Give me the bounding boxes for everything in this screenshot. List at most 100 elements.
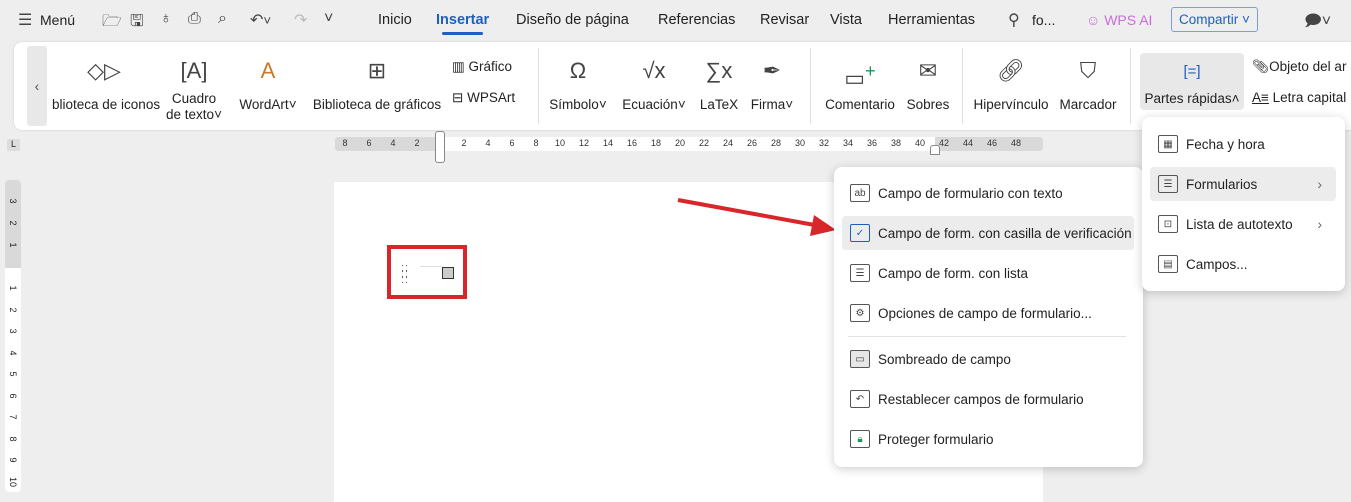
textbox-button[interactable]: [A] Cuadro de texto˅ <box>164 42 224 122</box>
ruler-tick: 8 <box>342 138 348 148</box>
menu-item-text-field[interactable]: ab Campo de formulario con texto <box>842 176 1134 210</box>
textbox-icon: [A] <box>180 58 208 83</box>
comment-button[interactable]: ▭+ Comentario <box>822 42 898 113</box>
save-icon[interactable]: 🖫 <box>130 10 144 37</box>
fields-icon: ▤ <box>1158 255 1178 273</box>
tab-stop-selector[interactable]: L <box>7 139 20 151</box>
tab-diseno-pagina[interactable]: Diseño de página <box>516 12 629 28</box>
indent-marker[interactable] <box>435 131 445 163</box>
checkbox-icon: ✓ <box>850 224 870 242</box>
share-label: Compartir <box>1179 12 1239 27</box>
icon-library-button[interactable]: ◇▷ blioteca de iconos <box>52 42 160 113</box>
ruler-tick: 22 <box>698 138 709 148</box>
tab-referencias[interactable]: Referencias <box>658 12 735 28</box>
ruler-tick: 2 <box>414 138 420 148</box>
menu-item-forms[interactable]: ☰ Formularios › <box>1150 167 1336 201</box>
ruler-tick: 6 <box>8 392 18 398</box>
text-field-icon: ab <box>850 184 870 202</box>
menu-item-reset-fields[interactable]: ↶ Restablecer campos de formulario <box>842 382 1134 416</box>
menu-item-field-shading[interactable]: ▭ Sombreado de campo <box>842 342 1134 376</box>
menu-button[interactable]: Menú <box>40 12 75 28</box>
equation-button[interactable]: √x Ecuación˅ <box>622 42 686 113</box>
label: Letra capital <box>1272 90 1347 105</box>
signature-button[interactable]: ✒ Firma˅ <box>748 42 796 113</box>
bookmark-button[interactable]: ⛉ Marcador <box>1056 42 1120 113</box>
checkbox-form-field[interactable] <box>442 267 454 279</box>
menu-item-date-time[interactable]: ▦ Fecha y hora <box>1150 127 1336 161</box>
tab-inicio[interactable]: Inicio <box>378 12 412 28</box>
drag-handle-icon[interactable]: :::::: <box>401 263 409 286</box>
menu-item-autotext[interactable]: ⊡ Lista de autotexto › <box>1150 207 1336 241</box>
redo-icon[interactable]: ↷ <box>294 10 307 30</box>
label: Sombreado de campo <box>878 351 1011 367</box>
chevron-right-icon: › <box>1317 176 1322 192</box>
ruler-tick: 44 <box>962 138 973 148</box>
wps-ai-button[interactable]: ☺ WPS AI <box>1086 12 1152 28</box>
print-icon[interactable]: ⎙ <box>188 10 201 28</box>
object-button[interactable]: 📎︎Objeto del ar <box>1252 59 1346 75</box>
ruler-tick: 1 <box>8 242 18 248</box>
divider <box>1130 48 1131 124</box>
symbol-button[interactable]: Ω Símbolo˅ <box>548 42 608 113</box>
latex-button[interactable]: ∑x LaTeX <box>698 42 740 113</box>
tab-insertar[interactable]: Insertar <box>436 12 489 35</box>
link-icon: 🔗︎ <box>997 58 1025 83</box>
ruler-tick: 48 <box>1010 138 1021 148</box>
menu-item-checkbox-field[interactable]: ✓ Campo de form. con casilla de verificac… <box>842 216 1134 250</box>
vertical-ruler[interactable]: 3 2 1 1 2 3 4 5 6 7 8 9 10 <box>5 180 21 492</box>
sigma-icon: ∑x <box>705 58 733 83</box>
search-text[interactable]: fo... <box>1032 12 1055 28</box>
hyperlink-button[interactable]: 🔗︎ Hipervínculo <box>972 42 1050 113</box>
search-icon[interactable]: ⚲ <box>1008 10 1020 30</box>
ruler-tick: 28 <box>770 138 781 148</box>
wpsart-button[interactable]: ⊟ WPSArt <box>452 90 515 106</box>
ruler-tick: 5 <box>8 371 18 377</box>
wordart-button[interactable]: A WordArt˅ <box>236 42 300 113</box>
undo-icon[interactable]: ↶˅ <box>250 10 271 30</box>
menu-item-list-field[interactable]: ☰ Campo de form. con lista <box>842 256 1134 290</box>
ruler-tick: 9 <box>8 457 18 463</box>
comment-icon[interactable]: 🗩˅ <box>1304 10 1331 37</box>
ruler-tick: 30 <box>794 138 805 148</box>
right-indent-marker[interactable] <box>930 145 940 155</box>
ruler-tick: 10 <box>8 476 18 487</box>
menu-item-fields[interactable]: ▤ Campos... <box>1150 247 1336 281</box>
label: Sobres <box>906 97 950 112</box>
open-folder-icon[interactable]: 🗁 <box>102 10 122 37</box>
calendar-icon: ▦ <box>1158 135 1178 153</box>
share-button[interactable]: Compartir ˅ <box>1171 7 1258 32</box>
ruler-tick: 34 <box>842 138 853 148</box>
divider <box>810 48 811 124</box>
tab-vista[interactable]: Vista <box>830 12 862 28</box>
quick-parts-button[interactable]: [=] Partes rápidas˄ <box>1140 53 1244 110</box>
print-preview-icon[interactable]: ⌕ <box>218 10 227 28</box>
label: Firma˅ <box>750 97 794 112</box>
field-options-icon: ⚙ <box>850 304 870 322</box>
menu-icon[interactable]: ☰ <box>18 10 32 30</box>
label: Hipervínculo <box>973 97 1049 112</box>
ruler-tick: 20 <box>674 138 685 148</box>
chart-button[interactable]: ▥ Gráfico <box>452 59 512 75</box>
label: LaTeX <box>699 97 739 112</box>
ruler-tick: 26 <box>746 138 757 148</box>
tab-revisar[interactable]: Revisar <box>760 12 809 28</box>
sqrt-icon: √x <box>642 58 666 83</box>
ruler-tick: 36 <box>866 138 877 148</box>
label: Gráfico <box>468 59 513 74</box>
add-comment-icon: ▭+ <box>844 60 876 91</box>
more-chevron-icon[interactable]: ˅ <box>324 10 333 28</box>
chart-library-button[interactable]: ⊞ Biblioteca de gráficos <box>312 42 442 113</box>
menu-item-protect-form[interactable]: 🔒︎ Proteger formulario <box>842 422 1134 456</box>
divider <box>962 48 963 124</box>
format-painter-icon[interactable]: ♁ <box>160 10 172 28</box>
envelopes-button[interactable]: ✉ Sobres <box>904 42 952 113</box>
ruler-tick: 8 <box>533 138 539 148</box>
drop-cap-button[interactable]: A≡ Letra capital <box>1252 90 1346 105</box>
label: Biblioteca de gráficos <box>312 97 442 112</box>
tab-herramientas[interactable]: Herramientas <box>888 12 975 28</box>
menu-item-field-options[interactable]: ⚙ Opciones de campo de formulario... <box>842 296 1134 330</box>
shading-icon: ▭ <box>850 350 870 368</box>
divider <box>538 48 539 124</box>
reset-icon: ↶ <box>850 390 870 408</box>
scroll-left-chevron-icon[interactable]: ‹ <box>27 46 47 126</box>
